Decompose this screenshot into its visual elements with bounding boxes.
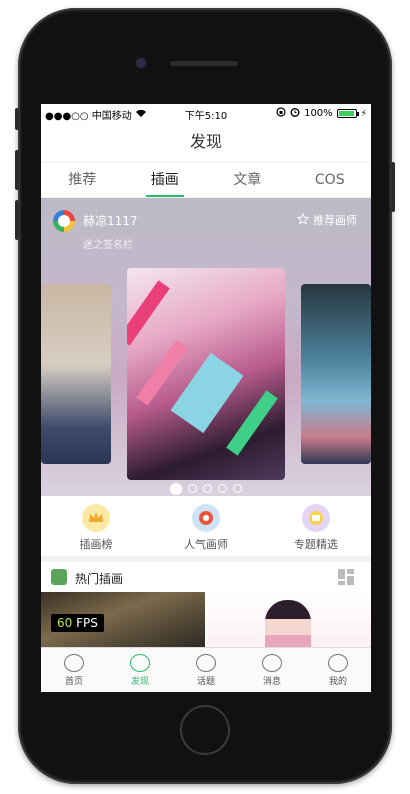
artwork-stripe <box>226 390 278 456</box>
carousel-dot[interactable] <box>233 484 242 493</box>
carousel-indicator <box>41 483 371 495</box>
topic-bubble-icon <box>196 654 216 672</box>
quick-link-ranking[interactable]: 插画榜 <box>41 498 151 556</box>
artist-avatar[interactable] <box>53 210 75 232</box>
carousel-card-prev[interactable] <box>41 284 111 464</box>
illustration-thumbnail[interactable]: 60 FPS <box>41 592 205 650</box>
carousel-dot[interactable] <box>218 484 227 493</box>
fps-unit: FPS <box>76 616 98 630</box>
carousel-card-current[interactable] <box>127 268 285 480</box>
carousel-dot[interactable] <box>188 484 197 493</box>
category-tabs: 推荐 插画 文章 COS <box>41 162 371 198</box>
tab-articles[interactable]: 文章 <box>206 163 289 197</box>
quick-link-label: 插画榜 <box>79 538 113 551</box>
recommend-artist-button[interactable]: 推荐画师 <box>296 212 357 228</box>
fps-counter: 60 FPS <box>51 614 104 632</box>
star-icon <box>296 212 310 228</box>
battery-percent: 100% <box>304 108 333 119</box>
artist-name[interactable]: 赫凉1117 <box>83 212 138 229</box>
bottom-tab-bar: 首页 发现 话题 消息 我的 <box>41 647 371 692</box>
illustration-thumbnail[interactable] <box>207 592 371 650</box>
mute-switch <box>15 108 19 130</box>
tabbar-label: 消息 <box>262 677 281 687</box>
quick-links: 插画榜 人气画师 专题精选 <box>41 498 371 562</box>
hot-illustrations-header: 热门插画 <box>41 562 371 592</box>
quick-link-topics[interactable]: 专题精选 <box>261 498 371 556</box>
discover-icon <box>130 654 150 672</box>
fps-value: 60 <box>57 616 73 630</box>
hot-illustrations-title: 热门插画 <box>75 572 124 586</box>
home-button[interactable] <box>180 705 230 755</box>
grid-layout-icon[interactable] <box>337 568 355 586</box>
quick-link-popular-artists[interactable]: 人气画师 <box>151 498 261 556</box>
tabbar-label: 发现 <box>130 677 149 687</box>
profile-icon <box>328 654 348 672</box>
topic-icon <box>302 504 330 532</box>
featured-carousel[interactable]: 赫凉1117 迷之签名栏 推荐画师 <box>41 198 371 496</box>
status-bar: ●●●○○ 中国移动 下午5:10 100% ⚡ <box>41 104 371 122</box>
bell-icon <box>262 654 282 672</box>
carousel-dot[interactable] <box>170 483 182 495</box>
artwork-stripe <box>170 352 244 434</box>
crown-icon <box>82 504 110 532</box>
picture-icon <box>51 569 67 585</box>
hot-illustrations-grid: 60 FPS <box>41 592 371 650</box>
tab-recommend[interactable]: 推荐 <box>41 163 124 197</box>
tabbar-discover[interactable]: 发现 <box>107 648 173 692</box>
artwork-stripe <box>127 280 170 346</box>
volume-up-button <box>15 150 19 190</box>
carousel-dot[interactable] <box>203 484 212 493</box>
tabbar-label: 首页 <box>64 677 83 687</box>
popular-artist-icon <box>192 504 220 532</box>
artist-signature: 迷之签名栏 <box>83 240 133 251</box>
tabbar-label: 话题 <box>196 677 215 687</box>
tabbar-messages[interactable]: 消息 <box>239 648 305 692</box>
tab-cos[interactable]: COS <box>289 163 372 197</box>
quick-link-label: 专题精选 <box>294 538 338 551</box>
home-planet-icon <box>64 654 84 672</box>
tabbar-label: 我的 <box>328 677 347 687</box>
app-screen: ●●●○○ 中国移动 下午5:10 100% ⚡ 发现 推荐 插画 文章 COS… <box>41 104 371 692</box>
tabbar-home[interactable]: 首页 <box>41 648 107 692</box>
orientation-lock-icon <box>276 107 286 120</box>
battery-icon <box>336 109 359 118</box>
carousel-card-next[interactable] <box>301 284 371 464</box>
alarm-icon <box>290 107 300 120</box>
tabbar-topics[interactable]: 话题 <box>173 648 239 692</box>
charging-icon: ⚡ <box>360 108 367 119</box>
power-button <box>391 162 395 212</box>
front-camera <box>136 58 146 68</box>
volume-down-button <box>15 200 19 240</box>
illustration-figure <box>265 600 311 650</box>
page-title: 发现 <box>189 132 222 151</box>
earpiece-speaker <box>170 61 238 66</box>
tab-illustration[interactable]: 插画 <box>124 163 207 197</box>
recommend-artist-label: 推荐画师 <box>313 214 357 227</box>
quick-link-label: 人气画师 <box>184 538 228 551</box>
tabbar-profile[interactable]: 我的 <box>305 648 371 692</box>
